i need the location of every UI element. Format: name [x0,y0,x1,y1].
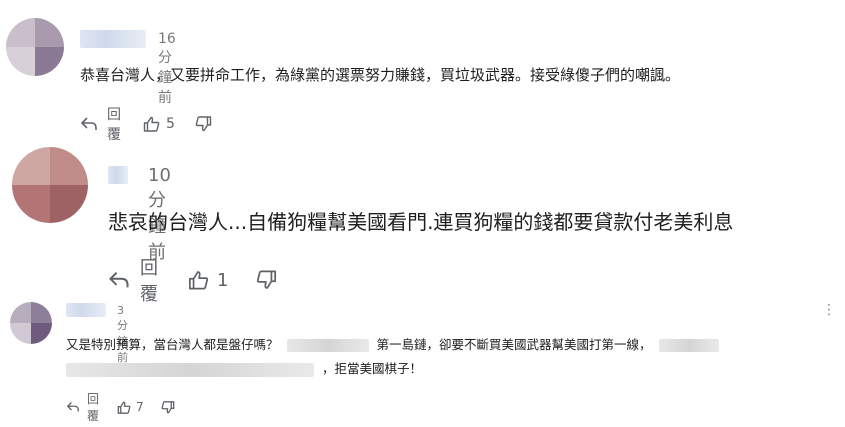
thumbs-up-icon [117,401,131,414]
like-count: 7 [136,400,144,414]
reply-button[interactable]: 回覆 [108,254,158,306]
reply-label: 回覆 [140,258,158,305]
dislike-button[interactable] [195,116,212,132]
thumbs-down-icon [161,400,175,414]
dislike-button[interactable] [161,400,175,414]
thumbs-up-icon [188,270,209,290]
reply-arrow-icon [66,401,80,413]
comment-actions: 回覆 1 [108,254,277,306]
reply-arrow-icon [108,270,130,290]
reply-label: 回覆 [107,107,121,143]
avatar[interactable] [6,18,64,76]
like-button[interactable]: 1 [188,270,228,291]
redacted-text-block [66,362,314,377]
dislike-button[interactable] [256,270,277,290]
reply-label: 回覆 [87,392,100,423]
comment-text-segment: ，拒當美國棋子！ [321,361,422,376]
like-count: 5 [166,116,175,132]
thumbs-up-icon [143,116,160,132]
redacted-text-block [286,339,369,352]
comment-text: 恭喜台灣人，又要拼命工作，為綠黨的選票努力賺錢，買垃圾武器。接受綠傻子們的嘲諷。 [80,66,681,84]
comment-text-line-2: ，拒當美國棋子！ [66,358,422,377]
thumbs-down-icon [256,270,277,290]
username-redacted[interactable] [108,166,128,184]
reply-button[interactable]: 回覆 [80,104,121,144]
username-redacted[interactable] [80,30,146,48]
reply-button[interactable]: 回覆 [66,390,99,424]
like-count: 1 [217,269,229,291]
thumbs-down-icon [195,116,212,132]
comment-text: 悲哀的台灣人...自備狗糧幫美國看門.連買狗糧的錢都要貸款付老美利息 [108,210,734,234]
redacted-text-block [659,339,720,352]
more-options-button[interactable]: ⋮ [822,302,837,318]
avatar[interactable] [10,302,52,344]
comment-actions: 回覆 7 [66,390,175,424]
more-options-icon: ⋮ [822,302,837,318]
avatar[interactable] [12,147,88,223]
reply-arrow-icon [80,116,98,132]
comment-actions: 回覆 5 [80,104,212,144]
comment-text-line-1: 又是特別預算，當台灣人都是盤仔嗎？ 第一島鏈，卻要不斷買美國武器幫美國打第一線， [66,334,720,353]
username-redacted[interactable] [66,303,106,317]
like-button[interactable]: 7 [117,400,144,414]
like-button[interactable]: 5 [143,116,175,132]
comment-text-segment: 第一島鏈，卻要不斷買美國武器幫美國打第一線， [376,337,652,352]
comment-text-segment: 又是特別預算，當台灣人都是盤仔嗎？ [66,337,279,352]
